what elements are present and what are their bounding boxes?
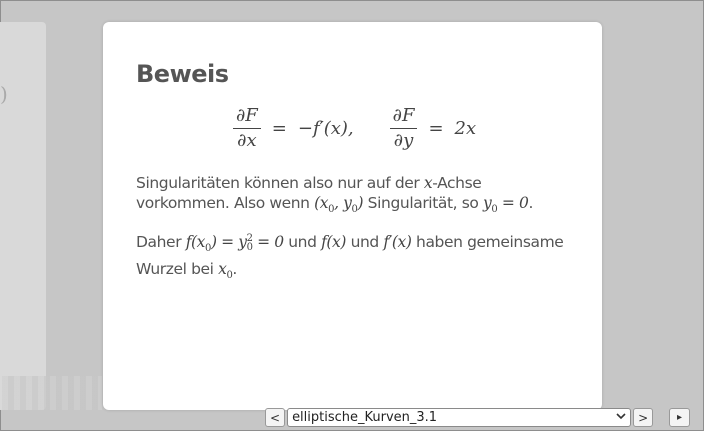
previous-slide-preview[interactable]: ) [0,22,46,410]
play-icon[interactable]: ▸ [669,408,690,427]
fraction-dF-dx: ∂F ∂x [233,105,261,152]
slide-select[interactable]: elliptische_Kurven_3.1 [287,408,632,427]
previous-slide-button[interactable]: < [265,408,286,427]
previous-slide-glyph: ) [0,82,8,106]
text: . [528,194,533,212]
math-f-prime-x: f′(x) [383,233,412,251]
math-part: f(x [185,233,206,251]
text: . [232,260,237,279]
next-slide-button[interactable]: > [633,408,654,427]
partial-derivative-equation: ∂F ∂x = −f′(x), ∂F ∂y = 2x [233,103,476,153]
math-y0-zero: y0 = 0 [483,194,529,215]
slide-navigation: < elliptische_Kurven_3.1 > [265,407,654,428]
math-part: = 0 [252,233,284,251]
fraction-dF-dy: ∂F ∂y [389,105,418,152]
math-f-x0-equals-y0-squared: f(x0) = y20 = 0 [185,233,284,254]
floor-reflection [2,376,102,410]
math-x0: x0 [218,260,233,281]
math-part: = 0 [497,194,529,212]
fraction-numerator: ∂F [389,105,418,129]
text: und [346,233,384,251]
current-slide: Beweis ∂F ∂x = −f′(x), ∂F ∂y = 2x Singul… [103,22,602,410]
fraction-denominator: ∂x [237,129,257,151]
math-f-x: f(x) [321,233,347,251]
fraction-numerator: ∂F [233,105,261,129]
paragraph-singularities: Singularitäten können also nur auf der x… [136,173,566,220]
slide-select-value: elliptische_Kurven_3.1 [292,410,438,425]
math-part: (x [314,194,329,212]
math-part: , y [334,194,352,212]
text: Daher [136,233,186,251]
text: Singularitäten können also nur auf der [136,174,424,192]
slide-title: Beweis [136,60,229,88]
text: Singularität, so [363,194,483,212]
chevron-down-icon [616,412,626,423]
rhs-two-x: 2x [454,117,477,139]
fraction-denominator: ∂y [393,129,414,151]
paragraph-common-root: Daher f(x0) = y20 = 0 und f(x) und f′(x)… [136,232,566,286]
rhs-minus-f-prime: −f′(x), [297,117,354,139]
math-point-x0-y0: (x0, y0) [314,194,363,215]
text: und [283,233,322,251]
equals-sign: = [271,117,287,139]
math-part: ) = y [211,233,247,251]
equals-sign: = [428,117,444,139]
math-x: x [423,174,433,192]
